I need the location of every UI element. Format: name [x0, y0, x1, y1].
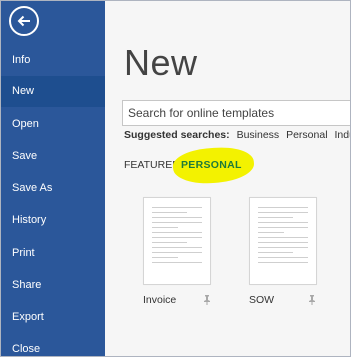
page-title: New [124, 42, 198, 83]
template-search-box[interactable] [122, 100, 350, 126]
sidebar-item-label: Print [12, 247, 35, 259]
backstage-window: Info New Open Save Save As History Print… [0, 0, 351, 357]
tab-personal[interactable]: PERSONAL [181, 159, 242, 171]
new-document-panel: New Suggested searches: Business Persona… [105, 1, 350, 356]
suggested-searches: Suggested searches: Business Personal In… [124, 129, 350, 145]
back-button[interactable] [9, 6, 39, 36]
sidebar-item-label: Info [12, 54, 31, 66]
suggested-search-personal[interactable]: Personal [286, 129, 327, 141]
sidebar-item-history[interactable]: History [1, 205, 105, 236]
pin-icon[interactable] [308, 295, 316, 305]
template-card-sow[interactable] [249, 197, 317, 285]
tab-featured[interactable]: FEATURED [124, 159, 180, 171]
suggested-searches-label: Suggested searches: [124, 129, 230, 141]
template-thumbnail-lines [258, 207, 308, 274]
suggested-search-business[interactable]: Business [237, 129, 280, 141]
sidebar-item-label: Close [12, 343, 41, 355]
template-name-invoice[interactable]: Invoice [143, 294, 176, 306]
sidebar-item-share[interactable]: Share [1, 270, 105, 301]
sidebar-item-export[interactable]: Export [1, 302, 105, 333]
suggested-search-industry[interactable]: Indus [334, 129, 350, 141]
sidebar-item-close[interactable]: Close [1, 334, 105, 356]
sidebar-item-save-as[interactable]: Save As [1, 173, 105, 204]
sidebar-item-label: History [12, 214, 47, 226]
sidebar-item-label: Save [12, 150, 38, 162]
sidebar-item-label: Open [12, 118, 39, 130]
sidebar-item-save[interactable]: Save [1, 141, 105, 172]
sidebar-item-info[interactable]: Info [1, 45, 105, 76]
template-card-invoice[interactable] [143, 197, 211, 285]
sidebar-item-open[interactable]: Open [1, 109, 105, 140]
backstage-sidebar: Info New Open Save Save As History Print… [1, 1, 105, 356]
pin-icon[interactable] [203, 295, 211, 305]
sidebar-item-new[interactable]: New [1, 76, 105, 107]
template-thumbnail-lines [152, 207, 202, 274]
sidebar-item-label: New [12, 85, 35, 97]
sidebar-item-label: Share [12, 279, 42, 291]
sidebar-item-print[interactable]: Print [1, 238, 105, 269]
sidebar-item-label: Save As [12, 182, 53, 194]
sidebar-item-label: Export [12, 311, 44, 323]
back-arrow-icon [17, 15, 30, 27]
search-input[interactable] [123, 101, 350, 125]
template-name-sow[interactable]: SOW [249, 294, 274, 306]
